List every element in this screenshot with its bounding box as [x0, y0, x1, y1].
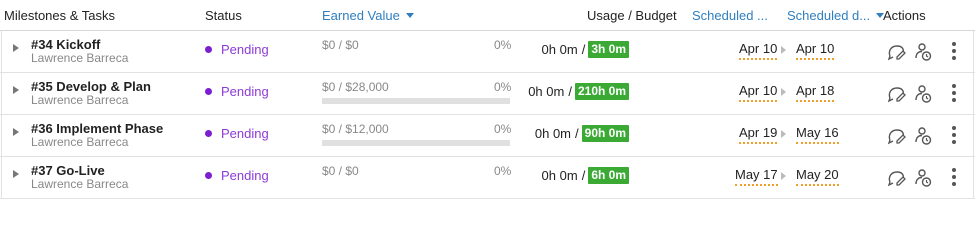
earned-value-amount: $0 / $12,000 — [322, 122, 389, 136]
budget-badge[interactable]: 6h 0m — [588, 167, 629, 184]
task-grid: #34 Kickoff Lawrence Barreca Pending $0 … — [0, 30, 975, 199]
assign-user-clock-icon[interactable] — [913, 84, 933, 104]
budget-badge[interactable]: 210h 0m — [574, 83, 629, 100]
column-header-status-label: Status — [205, 8, 242, 23]
more-options-icon[interactable] — [950, 126, 958, 144]
scheduled-start-date[interactable]: May 17 — [735, 167, 778, 186]
more-options-icon[interactable] — [950, 168, 958, 186]
column-header-actions: Actions — [883, 8, 926, 23]
grid-header: Milestones & Tasks Status Earned Value U… — [0, 0, 980, 30]
more-options-icon[interactable] — [950, 42, 958, 60]
assign-user-clock-icon[interactable] — [913, 126, 933, 146]
date-range-arrow-icon — [781, 88, 786, 96]
usage-value: 0h 0m — [534, 126, 572, 141]
usage-separator: / — [568, 84, 572, 99]
column-header-scheduled-start-label: Scheduled ... — [692, 8, 768, 23]
table-row[interactable]: #34 Kickoff Lawrence Barreca Pending $0 … — [0, 31, 975, 73]
column-header-scheduled-due-label: Scheduled d... — [787, 8, 871, 23]
earned-value-progress-bar — [322, 98, 510, 104]
budget-badge[interactable]: 3h 0m — [588, 41, 629, 58]
status-dot-icon — [205, 130, 212, 137]
column-header-usage-budget[interactable]: Usage / Budget — [587, 8, 677, 23]
scheduled-due-date[interactable]: Apr 18 — [796, 83, 835, 102]
table-row[interactable]: #36 Implement Phase Lawrence Barreca Pen… — [0, 115, 975, 157]
status-label[interactable]: Pending — [221, 42, 269, 57]
task-owner: Lawrence Barreca — [31, 93, 129, 107]
earned-value-percent: 0% — [494, 38, 512, 52]
task-title[interactable]: #37 Go-Live — [31, 163, 105, 178]
task-owner: Lawrence Barreca — [31, 177, 129, 191]
task-title[interactable]: #34 Kickoff — [31, 37, 100, 52]
status-label[interactable]: Pending — [221, 126, 269, 141]
usage-budget: 0h 0m / 210h 0m — [528, 83, 629, 100]
scheduled-start-date[interactable]: Apr 10 — [739, 41, 778, 60]
scheduled-due-date[interactable]: May 20 — [796, 167, 839, 186]
comment-edit-icon[interactable] — [887, 168, 907, 188]
status-dot-icon — [205, 88, 212, 95]
scheduled-due-date[interactable]: Apr 10 — [796, 41, 835, 60]
usage-budget: 0h 0m / 6h 0m — [542, 167, 629, 184]
assign-user-clock-icon[interactable] — [913, 42, 933, 62]
usage-separator: / — [581, 42, 586, 57]
scheduled-due-date[interactable]: May 16 — [796, 125, 839, 144]
date-range-arrow-icon — [781, 130, 786, 138]
earned-value-amount: $0 / $28,000 — [322, 80, 389, 94]
date-range-arrow-icon — [781, 46, 786, 54]
column-header-earned-value[interactable]: Earned Value — [322, 8, 414, 23]
usage-separator: / — [581, 168, 586, 183]
status-dot-icon — [205, 46, 212, 53]
column-header-tasks-label: Milestones & Tasks — [4, 8, 116, 23]
task-title[interactable]: #36 Implement Phase — [31, 121, 163, 136]
earned-value-percent: 0% — [494, 80, 512, 94]
more-options-icon[interactable] — [950, 84, 958, 102]
assign-user-clock-icon[interactable] — [913, 168, 933, 188]
task-owner: Lawrence Barreca — [31, 135, 129, 149]
expand-arrow-icon[interactable] — [13, 86, 19, 94]
usage-value: 0h 0m — [528, 84, 565, 99]
column-header-earned-value-label: Earned Value — [322, 8, 400, 23]
sort-caret-icon — [405, 13, 414, 19]
budget-badge[interactable]: 90h 0m — [581, 125, 629, 142]
earned-value-percent: 0% — [494, 164, 512, 178]
expand-arrow-icon[interactable] — [13, 128, 19, 136]
column-header-usage-budget-label: Usage / Budget — [587, 8, 677, 23]
table-row[interactable]: #37 Go-Live Lawrence Barreca Pending $0 … — [0, 157, 975, 199]
status-label[interactable]: Pending — [221, 168, 269, 183]
column-header-scheduled-due[interactable]: Scheduled d... — [787, 8, 885, 23]
usage-value: 0h 0m — [541, 168, 578, 183]
earned-value-percent: 0% — [494, 122, 512, 136]
usage-budget: 0h 0m / 3h 0m — [542, 41, 629, 58]
scheduled-start-date[interactable]: Apr 10 — [739, 83, 778, 102]
column-header-status[interactable]: Status — [205, 8, 242, 23]
expand-arrow-icon[interactable] — [13, 170, 19, 178]
table-row[interactable]: #35 Develop & Plan Lawrence Barreca Pend… — [0, 73, 975, 115]
date-range-arrow-icon — [781, 172, 786, 180]
task-title[interactable]: #35 Develop & Plan — [31, 79, 151, 94]
comment-edit-icon[interactable] — [887, 84, 907, 104]
expand-arrow-icon[interactable] — [13, 44, 19, 52]
comment-edit-icon[interactable] — [887, 126, 907, 146]
task-owner: Lawrence Barreca — [31, 51, 129, 65]
status-label[interactable]: Pending — [221, 84, 269, 99]
usage-budget: 0h 0m / 90h 0m — [535, 125, 629, 142]
usage-value: 0h 0m — [541, 42, 578, 57]
usage-separator: / — [575, 126, 579, 141]
earned-value-amount: $0 / $0 — [322, 164, 359, 178]
status-dot-icon — [205, 172, 212, 179]
comment-edit-icon[interactable] — [887, 42, 907, 62]
column-header-scheduled-start[interactable]: Scheduled ... — [692, 8, 768, 23]
scheduled-start-date[interactable]: Apr 19 — [739, 125, 778, 144]
earned-value-amount: $0 / $0 — [322, 38, 359, 52]
column-header-actions-label: Actions — [883, 8, 926, 23]
earned-value-progress-bar — [322, 140, 510, 146]
column-header-tasks[interactable]: Milestones & Tasks — [4, 8, 115, 23]
